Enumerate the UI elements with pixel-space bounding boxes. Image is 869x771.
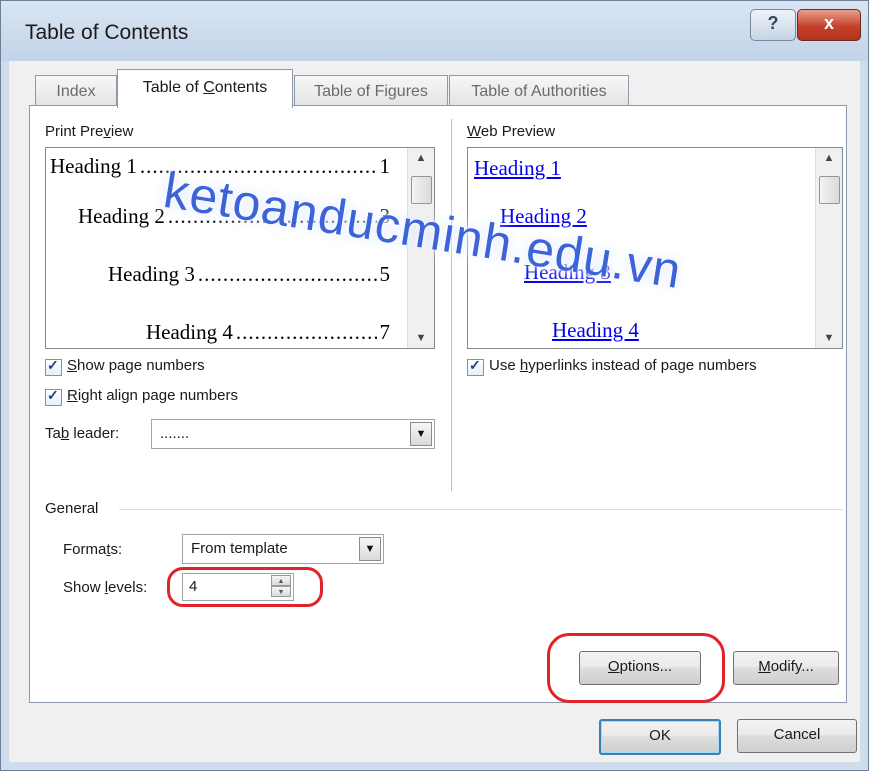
show-page-numbers-label[interactable]: Show page numbers xyxy=(67,357,205,374)
help-button[interactable]: ? xyxy=(750,9,796,41)
use-hyperlinks-label[interactable]: Use hyperlinks instead of page numbers xyxy=(489,357,757,374)
web-heading-link[interactable]: Heading 1 xyxy=(474,156,561,181)
modify-accel: M xyxy=(758,658,771,675)
scroll-up-icon[interactable]: ▲ xyxy=(408,148,434,168)
tab-leader-select[interactable]: ....... ▼ xyxy=(151,419,435,449)
print-page-number: 7 xyxy=(379,320,391,344)
scroll-thumb[interactable] xyxy=(819,176,840,204)
print-preview-row: Heading 4 ..............................… xyxy=(146,320,391,348)
use-hyperlinks-checkbox[interactable]: ✓ xyxy=(467,357,484,376)
tab-leader-label: Tab leader: xyxy=(45,425,119,442)
formats-value: From template xyxy=(191,540,288,557)
modify-text: odify... xyxy=(770,658,814,675)
tab-table-of-figures[interactable]: Table of Figures xyxy=(294,75,448,108)
modify-button[interactable]: Modify... xyxy=(733,651,839,685)
formats-post: s: xyxy=(110,541,123,558)
use-hyperlinks-pre: Use xyxy=(489,357,520,374)
spin-up-icon[interactable]: ▲ xyxy=(271,575,291,586)
print-dot-leader: ........................................… xyxy=(197,262,377,286)
spin-down-icon[interactable]: ▼ xyxy=(271,586,291,597)
right-align-label[interactable]: Right align page numbers xyxy=(67,387,238,404)
right-align-checkbox[interactable]: ✓ xyxy=(45,387,62,406)
close-icon: x xyxy=(823,13,834,33)
show-levels-label: Show levels: xyxy=(63,579,147,596)
formats-label: Formats: xyxy=(63,541,122,558)
print-heading-text: Heading 1 xyxy=(50,154,137,178)
tab-leader-value: ....... xyxy=(160,425,190,442)
help-icon: ? xyxy=(767,13,779,33)
tab-toc-label-accel: C xyxy=(203,79,215,96)
tab-table-of-authorities[interactable]: Table of Authorities xyxy=(449,75,629,108)
web-preview-label-post: eb Preview xyxy=(480,123,556,140)
cancel-button[interactable]: Cancel xyxy=(737,719,857,753)
tab-authorities-label: Table of Authorities xyxy=(471,83,607,100)
ok-button[interactable]: OK xyxy=(599,719,721,755)
print-dot-leader: ........................................… xyxy=(235,320,377,344)
show-page-numbers-checkbox[interactable]: ✓ xyxy=(45,357,62,376)
print-heading-text: Heading 2 xyxy=(78,204,165,228)
show-levels-post: evels: xyxy=(108,579,148,596)
web-preview-scrollbar[interactable]: ▲ ▼ xyxy=(815,148,842,348)
tab-table-of-contents[interactable]: Table of Contents xyxy=(117,69,293,108)
tab-index[interactable]: Index xyxy=(35,75,117,108)
use-hyperlinks-accel: h xyxy=(519,357,529,374)
print-preview-label-post: iew xyxy=(110,123,134,140)
show-page-numbers-text: how page numbers xyxy=(77,357,205,374)
web-preview-label-accel: W xyxy=(467,123,481,140)
show-levels-pre: Show xyxy=(63,579,105,596)
tab-toc-label-pre: Table of xyxy=(142,79,204,96)
web-preview-label: Web Preview xyxy=(467,123,555,140)
right-align-accel: R xyxy=(67,387,78,404)
options-button[interactable]: Options... xyxy=(579,651,701,685)
column-divider xyxy=(451,119,452,491)
title-bar[interactable]: Table of Contents ? x xyxy=(1,1,868,61)
options-text: ptions... xyxy=(619,658,673,675)
print-preview-label-pre: Print Pre xyxy=(45,123,104,140)
checkmark-icon: ✓ xyxy=(47,387,59,403)
dialog-title: Table of Contents xyxy=(25,21,189,44)
tab-leader-pre: Ta xyxy=(45,425,61,442)
general-group-label: General xyxy=(45,500,99,517)
general-divider xyxy=(119,509,843,510)
checkmark-icon: ✓ xyxy=(47,357,59,373)
web-heading-link[interactable]: Heading 4 xyxy=(552,318,639,343)
checkmark-icon: ✓ xyxy=(469,357,481,373)
formats-select[interactable]: From template ▼ xyxy=(182,534,384,564)
dialog-window: Table of Contents ? x Index Table of Con… xyxy=(0,0,869,771)
chevron-down-icon[interactable]: ▼ xyxy=(410,422,432,446)
tab-leader-post: leader: xyxy=(69,425,120,442)
print-preview-label: Print Preview xyxy=(45,123,133,140)
show-levels-spinner[interactable]: 4 ▲ ▼ xyxy=(182,573,294,601)
print-page-number: 1 xyxy=(379,154,391,178)
print-heading-text: Heading 4 xyxy=(146,320,233,344)
show-page-numbers-accel: S xyxy=(67,357,78,374)
tab-figures-label: Table of Figures xyxy=(314,83,428,100)
scroll-up-icon[interactable]: ▲ xyxy=(816,148,842,168)
tab-leader-accel: b xyxy=(60,425,70,442)
tab-index-label: Index xyxy=(56,83,96,100)
print-preview-row: Heading 3 ..............................… xyxy=(108,262,390,292)
spinner-buttons[interactable]: ▲ ▼ xyxy=(271,575,291,597)
print-page-number: 5 xyxy=(379,262,391,286)
use-hyperlinks-text: yperlinks instead of page numbers xyxy=(528,357,757,374)
options-accel: O xyxy=(607,658,620,675)
formats-pre: Forma xyxy=(63,541,107,558)
tab-toc-label-post: ontents xyxy=(214,79,268,96)
show-levels-value[interactable]: 4 xyxy=(189,578,197,595)
chevron-down-icon[interactable]: ▼ xyxy=(359,537,381,561)
scroll-down-icon[interactable]: ▼ xyxy=(816,328,842,348)
right-align-text: ight align page numbers xyxy=(77,387,238,404)
scroll-down-icon[interactable]: ▼ xyxy=(408,328,434,348)
close-button[interactable]: x xyxy=(797,9,861,41)
print-preview-label-accel: v xyxy=(103,123,111,140)
print-heading-text: Heading 3 xyxy=(108,262,195,286)
